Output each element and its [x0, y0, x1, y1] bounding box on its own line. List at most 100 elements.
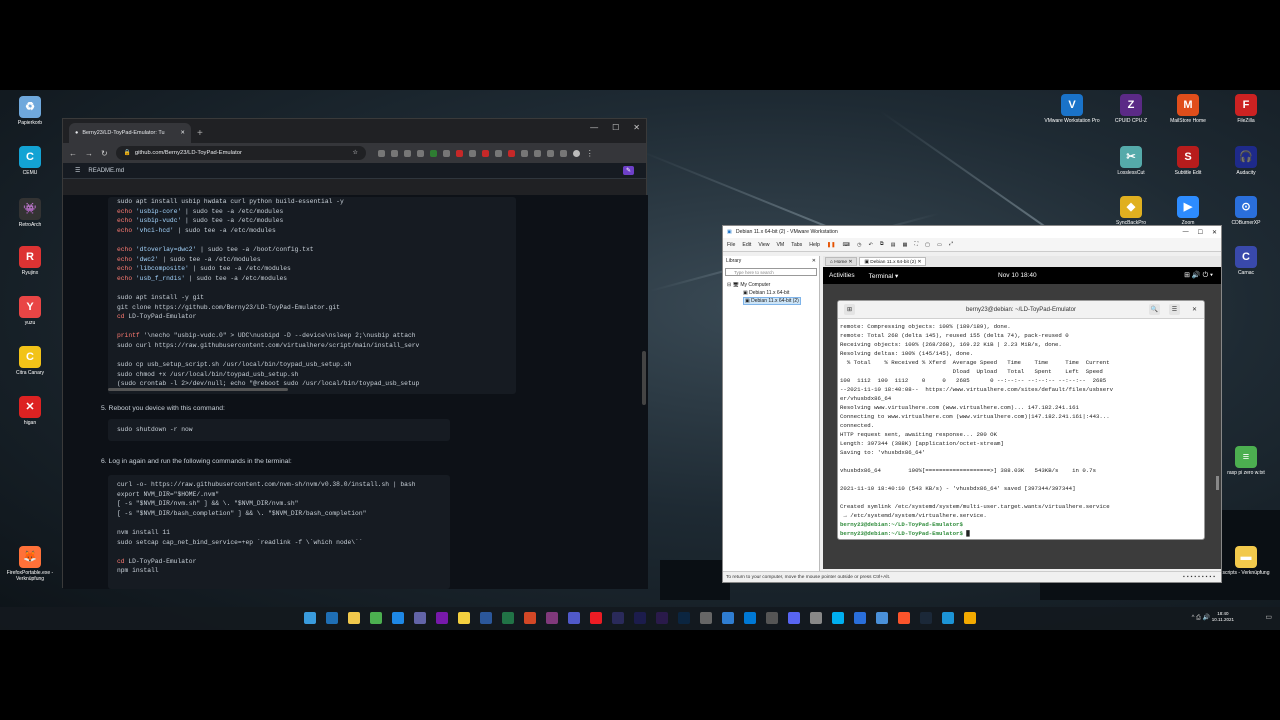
- cpuz-icon[interactable]: Z CPUID CPU-Z: [1101, 94, 1161, 124]
- terminal-scrollbar[interactable]: [1216, 476, 1219, 490]
- menu-vm[interactable]: VM: [776, 242, 784, 248]
- extension-icon[interactable]: [494, 149, 502, 157]
- messenger-icon[interactable]: [810, 612, 822, 624]
- menu-view[interactable]: View: [758, 242, 769, 248]
- library-search-input[interactable]: Type here to search: [725, 268, 817, 276]
- extension-icon[interactable]: [429, 149, 437, 157]
- maximize-button[interactable]: ☐: [1198, 229, 1203, 236]
- losslesscut-icon[interactable]: ✂ LosslessCut: [1101, 146, 1161, 176]
- edge-icon[interactable]: [942, 612, 954, 624]
- profile-avatar[interactable]: [572, 149, 580, 157]
- zoom-icon[interactable]: ▶ Zoom: [1158, 196, 1218, 226]
- system-clock[interactable]: 18:40 10.11.2021: [1212, 611, 1234, 623]
- maximize-button[interactable]: ☐: [612, 123, 619, 132]
- new-tab-icon[interactable]: ⊞: [844, 304, 855, 315]
- extension-icon[interactable]: [403, 149, 411, 157]
- cemu-icon[interactable]: C CEMU: [0, 146, 60, 176]
- close-library-icon[interactable]: ✕: [812, 258, 816, 264]
- word-icon[interactable]: [480, 612, 492, 624]
- vm-display[interactable]: ⌂ Home ✕ ▣ Debian 11.x 64-bit (2) ✕ Acti…: [823, 256, 1221, 569]
- close-button[interactable]: ✕: [633, 123, 640, 132]
- discord-icon[interactable]: [788, 612, 800, 624]
- tree-vm-debian[interactable]: ▣ Debian 11.x 64-bit: [727, 289, 815, 297]
- browser-menu-icon[interactable]: ⋮: [586, 149, 594, 157]
- code-block-reboot[interactable]: sudo shutdown -r now: [108, 419, 450, 441]
- menu-file[interactable]: File: [727, 242, 735, 248]
- minimize-button[interactable]: —: [590, 123, 598, 132]
- teams2-icon[interactable]: [568, 612, 580, 624]
- tree-my-computer[interactable]: ⊟ 🖥 My Computer: [727, 281, 815, 289]
- vmware-window[interactable]: ▣ Debian 11.x 64-bit (2) - VMware Workst…: [722, 225, 1222, 583]
- address-bar[interactable]: 🔒 github.com/Berny23/LD-ToyPad-Emulator …: [115, 146, 366, 160]
- menu-edit[interactable]: Edit: [742, 242, 751, 248]
- higan-icon[interactable]: ✕ higan: [0, 396, 60, 426]
- powerpoint-icon[interactable]: [524, 612, 536, 624]
- carnac-icon[interactable]: C Carnac: [1216, 246, 1276, 276]
- extension-icon[interactable]: [442, 149, 450, 157]
- notification-icon[interactable]: ▭: [1265, 613, 1272, 621]
- yuzu-icon[interactable]: Yyuzu: [0, 296, 60, 326]
- code-block-install[interactable]: sudo apt install usbip hwdata curl pytho…: [108, 197, 516, 394]
- extension-icon[interactable]: [455, 149, 463, 157]
- browser-tab-active[interactable]: ● Berny23/LD-ToyPad-Emulator: Tu ✕: [69, 123, 191, 143]
- premiere-icon[interactable]: [656, 612, 668, 624]
- outlook-icon[interactable]: [392, 612, 404, 624]
- extension-icon[interactable]: [468, 149, 476, 157]
- close-button[interactable]: ✕: [1212, 229, 1217, 236]
- back-icon[interactable]: ←: [69, 149, 77, 158]
- gnome-app-menu[interactable]: Terminal ▾: [869, 272, 899, 280]
- steam-icon[interactable]: [920, 612, 932, 624]
- view-library-icon[interactable]: ▤: [891, 242, 896, 248]
- tab-debian-2[interactable]: ▣ Debian 11.x 64-bit (2) ✕: [859, 257, 927, 266]
- after-effects-icon[interactable]: [612, 612, 624, 624]
- menu-tabs[interactable]: Tabs: [791, 242, 802, 248]
- chrome-icon[interactable]: [370, 612, 382, 624]
- extension-icon[interactable]: [520, 149, 528, 157]
- audacity-icon[interactable]: 🎧 Audacity: [1216, 146, 1276, 176]
- extension-icon[interactable]: [416, 149, 424, 157]
- tab-home[interactable]: ⌂ Home ✕: [825, 257, 858, 266]
- photoshop-icon[interactable]: [678, 612, 690, 624]
- close-icon[interactable]: ✕: [1189, 304, 1200, 315]
- stretch-icon[interactable]: ⤢: [949, 241, 953, 248]
- maps-icon[interactable]: [722, 612, 734, 624]
- search-icon[interactable]: 🔍: [1149, 304, 1160, 315]
- start-icon[interactable]: [304, 612, 316, 624]
- code-block-nvm[interactable]: curl -o- https://raw.githubusercontent.c…: [108, 475, 450, 589]
- tray-icons[interactable]: ^ ⎙ 🔊: [1192, 614, 1210, 622]
- skype-icon[interactable]: [832, 612, 844, 624]
- console-view-icon[interactable]: ▭: [937, 242, 942, 248]
- gnome-system-tray[interactable]: ⊞ 🔊 ⏻ ▾: [1184, 271, 1213, 280]
- citra-icon[interactable]: C Citra Canary: [0, 346, 60, 376]
- extension-icon[interactable]: [390, 149, 398, 157]
- ryujinx-icon[interactable]: R Ryujinx: [0, 246, 60, 276]
- filezilla-icon[interactable]: F FileZilla: [1216, 94, 1276, 124]
- teams-icon[interactable]: [414, 612, 426, 624]
- settings-icon[interactable]: [700, 612, 712, 624]
- revert-snapshot-icon[interactable]: ↶: [869, 242, 873, 248]
- device-icons[interactable]: ▪▪▪▪▪▪▪▪▪: [1183, 574, 1221, 580]
- brave-icon[interactable]: [898, 612, 910, 624]
- scripts-folder-icon[interactable]: ▬ scripts - Verknüpfung: [1216, 546, 1276, 576]
- browser-window[interactable]: ● Berny23/LD-ToyPad-Emulator: Tu ✕ + — ☐…: [62, 118, 648, 589]
- snapshot-manager-icon[interactable]: ⧉: [880, 241, 884, 248]
- onenote2-icon[interactable]: [546, 612, 558, 624]
- raspi-file-icon[interactable]: ≡ rasp pi zero w.txt: [1216, 446, 1276, 476]
- new-tab-button[interactable]: +: [197, 123, 203, 143]
- vmware-taskbar-icon[interactable]: [964, 612, 976, 624]
- gnome-clock[interactable]: Nov 10 18:40: [998, 272, 1037, 279]
- code-scrollbar[interactable]: [108, 388, 288, 391]
- close-tab-icon[interactable]: ✕: [180, 130, 185, 136]
- extension-icon[interactable]: [507, 149, 515, 157]
- excel-icon[interactable]: [502, 612, 514, 624]
- extension-icon[interactable]: [377, 149, 385, 157]
- view-thumbnail-icon[interactable]: ▦: [903, 242, 908, 248]
- retroarch-icon[interactable]: 👾 RetroArch: [0, 198, 60, 228]
- send-ctrl-alt-del-icon[interactable]: ⌨: [843, 242, 851, 248]
- menu-help[interactable]: Help: [809, 242, 820, 248]
- list-icon[interactable]: ☰: [75, 167, 80, 174]
- extension-icon[interactable]: [481, 149, 489, 157]
- acrobat-icon[interactable]: [590, 612, 602, 624]
- extension-icon[interactable]: [546, 149, 554, 157]
- obs-icon[interactable]: [766, 612, 778, 624]
